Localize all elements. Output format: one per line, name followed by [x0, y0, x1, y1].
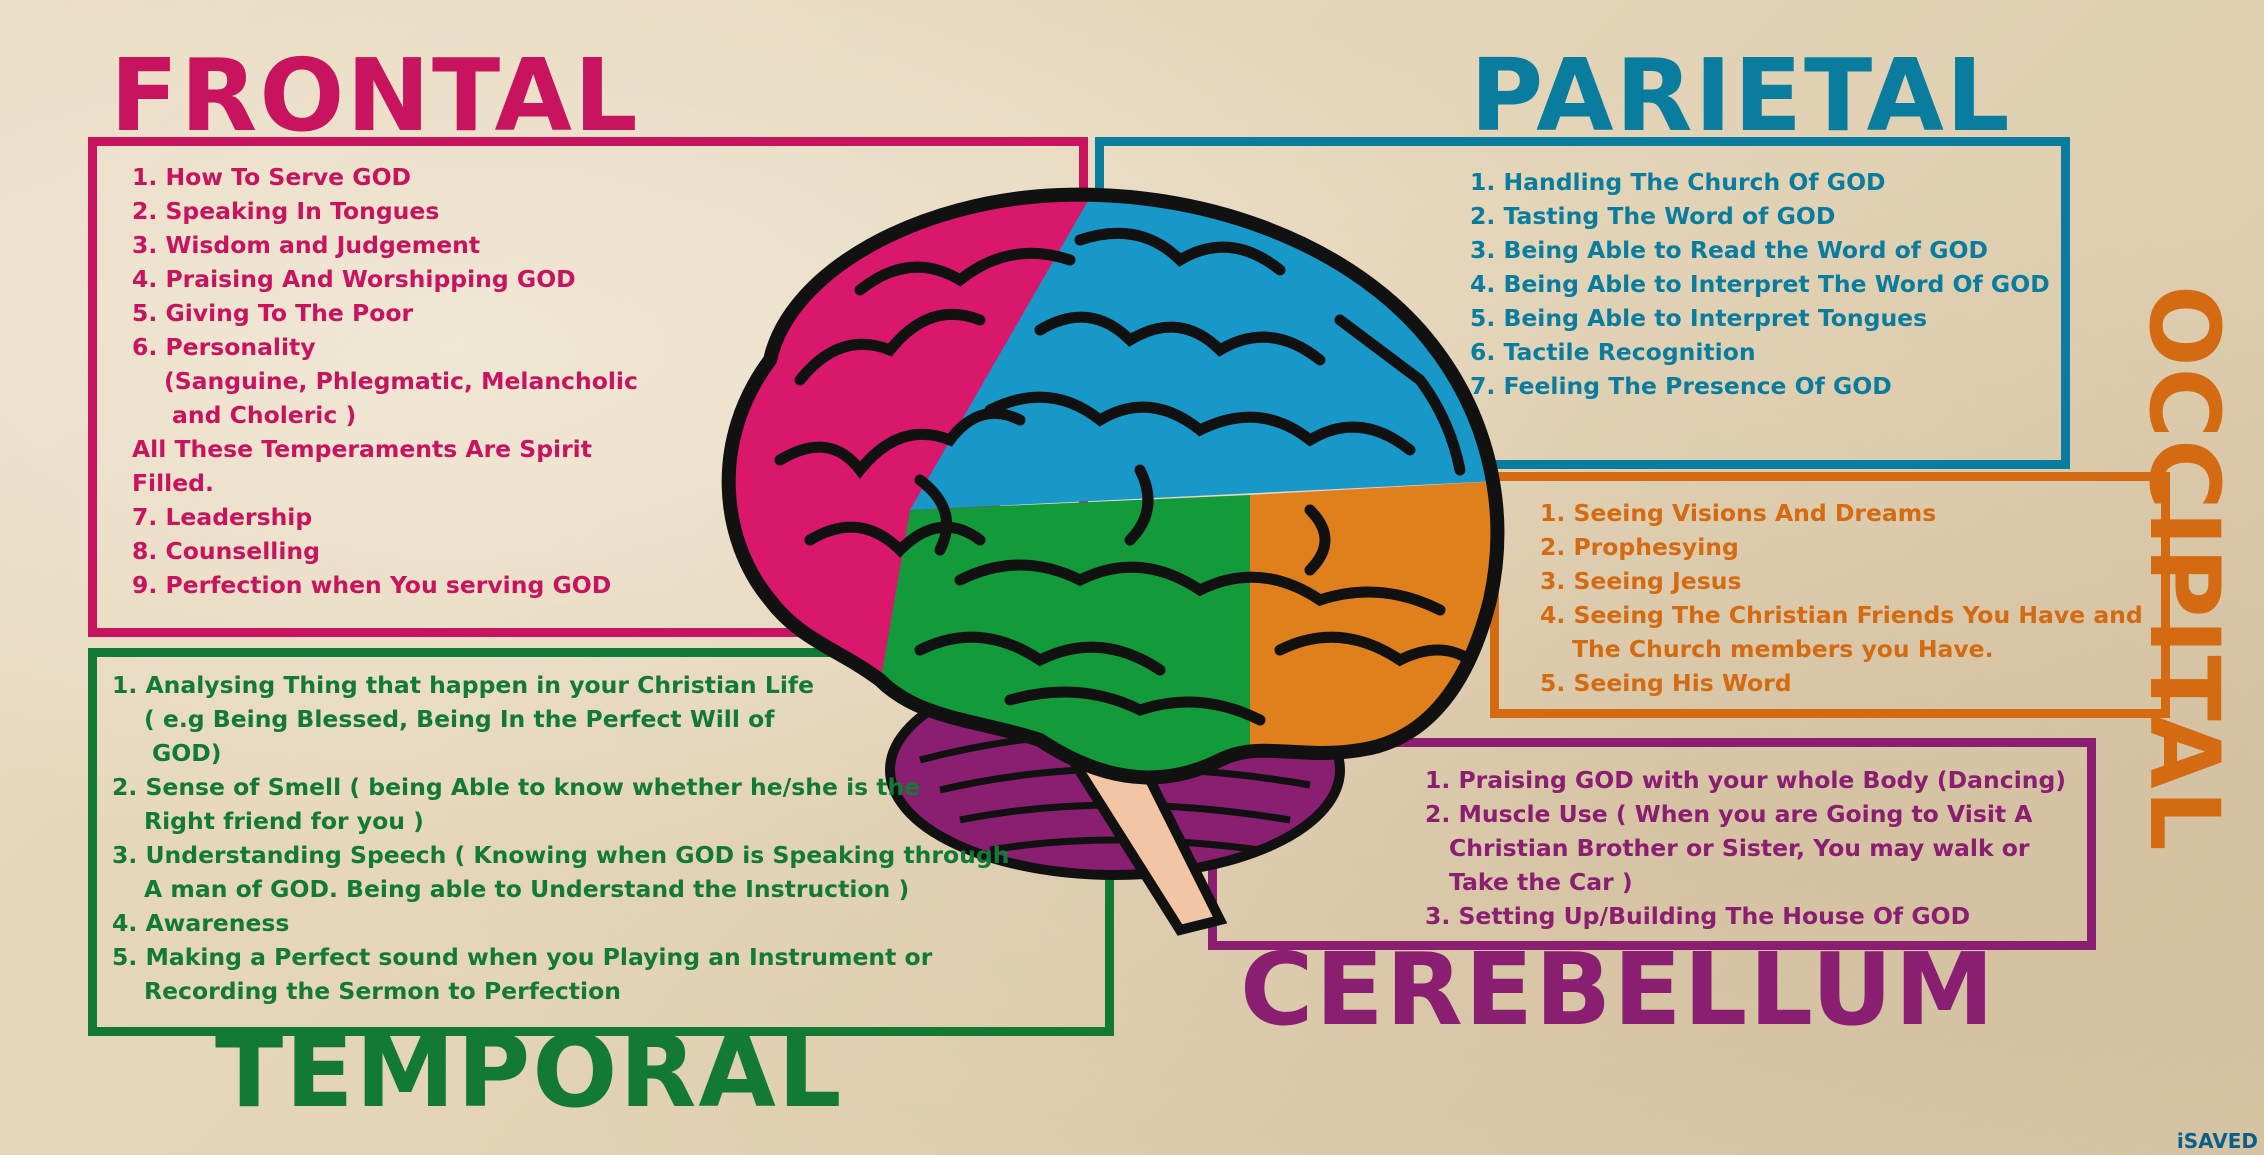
list-item: All These Temperaments Are Spirit [132, 435, 592, 463]
list-item: 1. Handling The Church Of GOD [1470, 168, 1886, 196]
list-item: 5. Giving To The Poor [132, 299, 414, 327]
list-item: 5. Seeing His Word [1540, 669, 1792, 697]
list-item: Take the Car ) [1449, 868, 1633, 896]
list-item: 2. Speaking In Tongues [132, 197, 440, 225]
list-item: The Church members you Have. [1572, 635, 1994, 663]
list-item: 4. Being Able to Interpret The Word Of G… [1470, 270, 2050, 298]
cerebellum-title: CEREBELLUM [1240, 931, 1997, 1048]
list-item: ( e.g Being Blessed, Being In the Perfec… [144, 705, 775, 733]
list-item: 3. Wisdom and Judgement [132, 231, 481, 259]
list-item: 1. Praising GOD with your whole Body (Da… [1425, 766, 2067, 794]
list-item: 5. Being Able to Interpret Tongues [1470, 304, 1928, 332]
list-item: (Sanguine, Phlegmatic, Melancholic [164, 367, 638, 395]
parietal-list: 1. Handling The Church Of GOD 2. Tasting… [1470, 165, 2050, 403]
parietal-title: PARIETAL [1470, 37, 2012, 154]
list-item: 8. Counselling [132, 537, 320, 565]
list-item: 6. Tactile Recognition [1470, 338, 1756, 366]
list-item: 2. Muscle Use ( When you are Going to Vi… [1425, 800, 2033, 828]
frontal-title: FRONTAL [110, 37, 640, 154]
list-item: 7. Leadership [132, 503, 313, 531]
list-item: 9. Perfection when You serving GOD [132, 571, 612, 599]
temporal-title: TEMPORAL [215, 1013, 844, 1130]
frontal-list: 1. How To Serve GOD 2. Speaking In Tongu… [132, 160, 638, 602]
list-item: 4. Praising And Worshipping GOD [132, 265, 576, 293]
list-item: 3. Seeing Jesus [1540, 567, 1742, 595]
list-item: Filled. [132, 469, 214, 497]
list-item: Christian Brother or Sister, You may wal… [1449, 834, 2030, 862]
watermark: iSAVED [2176, 1129, 2258, 1153]
list-item: 4. Awareness [112, 909, 290, 937]
list-item: GOD) [152, 739, 222, 767]
list-item: Right friend for you ) [144, 807, 424, 835]
list-item: 6. Personality [132, 333, 316, 361]
list-item: 3. Setting Up/Building The House Of GOD [1425, 902, 1971, 930]
list-item: A man of GOD. Being able to Understand t… [144, 875, 910, 903]
list-item: Recording the Sermon to Perfection [144, 977, 621, 1005]
list-item: 1. Seeing Visions And Dreams [1540, 499, 1937, 527]
cerebellum-list: 1. Praising GOD with your whole Body (Da… [1425, 763, 2066, 933]
list-item: 2. Sense of Smell ( being Able to know w… [112, 773, 921, 801]
list-item: 2. Tasting The Word of GOD [1470, 202, 1836, 230]
occipital-list: 1. Seeing Visions And Dreams 2. Prophesy… [1540, 496, 2143, 700]
list-item: 7. Feeling The Presence Of GOD [1470, 372, 1892, 400]
list-item: 5. Making a Perfect sound when you Playi… [112, 943, 933, 971]
list-item: 3. Being Able to Read the Word of GOD [1470, 236, 1988, 264]
list-item: 2. Prophesying [1540, 533, 1739, 561]
list-item: 3. Understanding Speech ( Knowing when G… [112, 841, 1010, 869]
temporal-list: 1. Analysing Thing that happen in your C… [112, 668, 1009, 1008]
list-item: and Choleric ) [172, 401, 357, 429]
list-item: 1. How To Serve GOD [132, 163, 412, 191]
list-item: 4. Seeing The Christian Friends You Have… [1540, 601, 2143, 629]
list-item: 1. Analysing Thing that happen in your C… [112, 671, 815, 699]
